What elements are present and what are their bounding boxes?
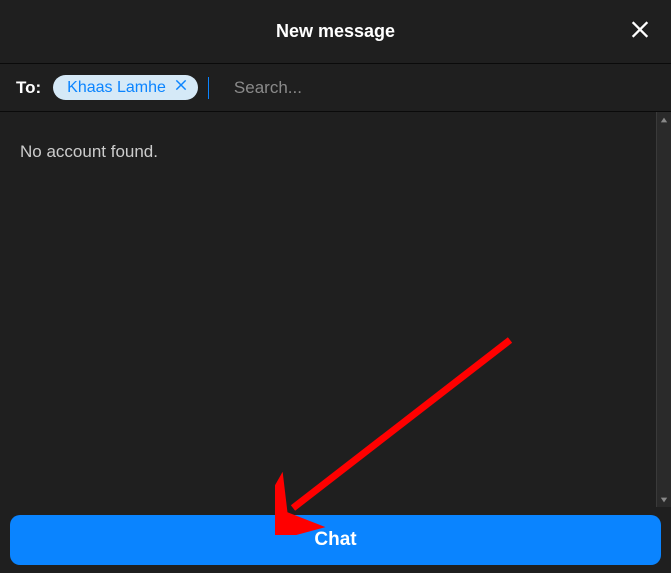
scrollbar-track[interactable] <box>657 112 671 507</box>
chat-button[interactable]: Chat <box>10 515 661 565</box>
dialog-title: New message <box>276 21 395 42</box>
scroll-down-button[interactable] <box>657 492 671 507</box>
search-input[interactable] <box>208 78 655 98</box>
search-wrapper <box>208 78 655 98</box>
close-icon <box>174 78 188 97</box>
recipient-row: To: Khaas Lamhe <box>0 64 671 112</box>
close-button[interactable] <box>629 18 651 45</box>
to-label: To: <box>16 78 41 98</box>
recipient-name: Khaas Lamhe <box>67 79 166 97</box>
scroll-up-button[interactable] <box>657 112 671 127</box>
empty-state-text: No account found. <box>20 142 636 162</box>
recipient-chip[interactable]: Khaas Lamhe <box>53 75 198 100</box>
remove-recipient-button[interactable] <box>174 78 188 97</box>
chevron-up-icon <box>660 111 668 129</box>
results-area: No account found. <box>0 112 657 507</box>
chevron-down-icon <box>660 491 668 509</box>
dialog-header: New message <box>0 0 671 64</box>
close-icon <box>629 18 651 45</box>
text-cursor <box>208 77 209 99</box>
